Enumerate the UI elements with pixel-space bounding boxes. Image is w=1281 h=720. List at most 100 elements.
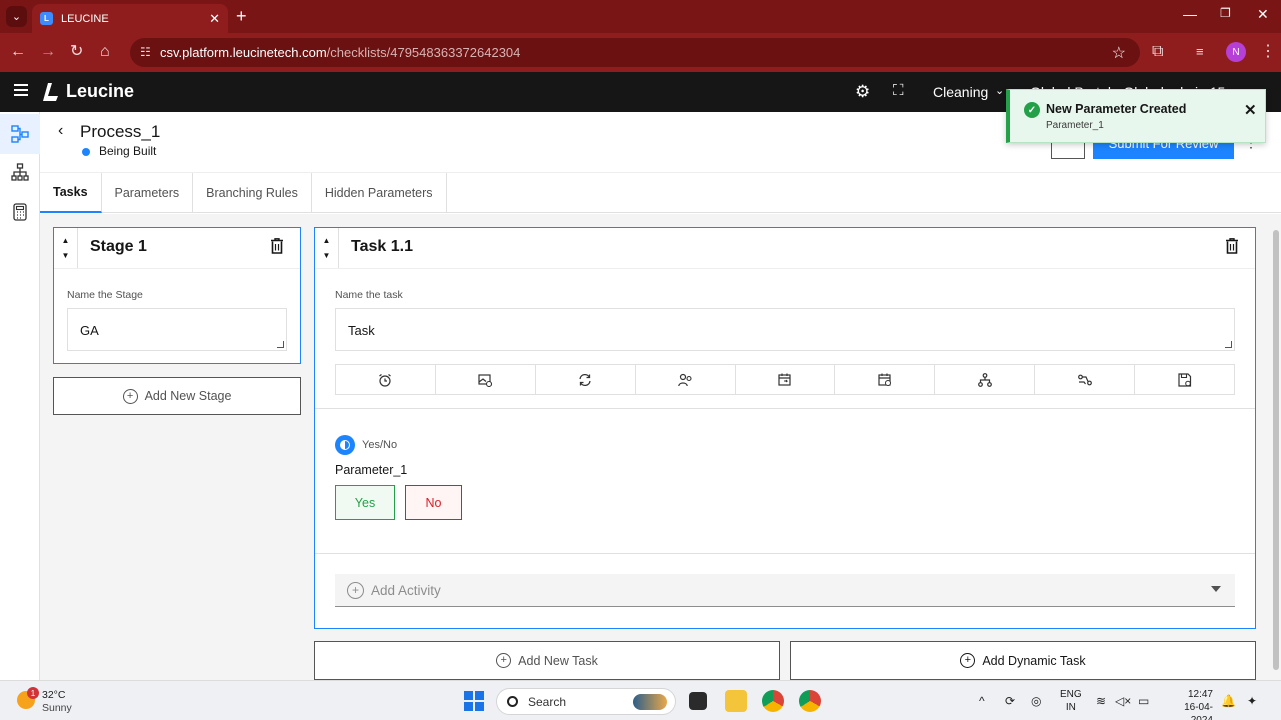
delete-task-trash-icon[interactable] <box>1226 238 1238 254</box>
task-reorder-arrows[interactable]: ▲ ▼ <box>315 228 339 268</box>
chevron-down-icon[interactable]: ⌄ <box>995 84 1004 97</box>
add-dynamic-task-button[interactable]: + Add Dynamic Task <box>790 641 1256 680</box>
sidebar-item-devices[interactable] <box>0 192 40 232</box>
automation-button[interactable] <box>1035 365 1136 394</box>
due-date-button[interactable] <box>835 365 936 394</box>
automation-icon <box>1077 374 1092 385</box>
move-down-icon[interactable]: ▼ <box>62 251 70 260</box>
tab-search-button[interactable]: ⌄ <box>6 6 27 27</box>
weather-temperature[interactable]: 32°C <box>42 689 65 701</box>
copilot-icon[interactable]: ✦ <box>1247 694 1257 708</box>
process-tabs: Tasks Parameters Branching Rules Hidden … <box>40 173 1281 213</box>
location-icon[interactable]: ◎ <box>1031 694 1041 708</box>
scrollbar-thumb[interactable] <box>1273 230 1279 670</box>
tray-overflow-icon[interactable]: ^ <box>979 694 985 708</box>
brand-name: Leucine <box>66 81 135 101</box>
caret-down-icon <box>1211 586 1221 592</box>
chrome-profile-icon[interactable] <box>799 690 821 712</box>
window-close-icon[interactable]: ✕ <box>1257 6 1269 23</box>
browser-tab-strip: ⌄ L LEUCINE ✕ + — ❐ ✕ <box>0 0 1281 33</box>
task-view-icon[interactable] <box>689 692 707 710</box>
save-template-button[interactable] <box>1135 365 1234 394</box>
settings-gear-icon[interactable]: ⚙ <box>855 82 870 102</box>
browser-menu-icon[interactable]: ⋮ <box>1260 42 1276 62</box>
add-activity-dropdown[interactable]: + Add Activity <box>335 574 1235 607</box>
facility-selector[interactable]: Cleaning <box>933 84 988 100</box>
chrome-icon[interactable] <box>762 690 784 712</box>
back-chevron-icon[interactable]: ‹ <box>58 122 63 140</box>
success-check-icon: ✓ <box>1024 102 1040 118</box>
move-down-icon[interactable]: ▼ <box>323 251 331 260</box>
restore-icon[interactable]: ❐ <box>1220 6 1231 20</box>
media-control-icon[interactable]: ≡ <box>1196 42 1204 62</box>
stage-name-field[interactable]: GA <box>67 308 287 351</box>
scan-icon[interactable]: ⛶ <box>893 82 904 99</box>
sync-icon[interactable]: ⟳ <box>1005 694 1015 708</box>
media-button[interactable] <box>436 365 536 394</box>
task-name-value: Task <box>348 323 375 338</box>
add-dynamic-task-label: Add Dynamic Task <box>982 653 1086 668</box>
tab-tasks[interactable]: Tasks <box>40 173 102 213</box>
notification-bell-icon[interactable]: 🔔 <box>1221 694 1236 708</box>
leucine-logo[interactable]: Leucine <box>42 81 134 102</box>
windows-start-icon[interactable] <box>464 691 484 711</box>
assignee-button[interactable] <box>636 365 736 394</box>
new-tab-icon[interactable]: + <box>236 6 247 26</box>
hierarchy-icon <box>11 163 29 181</box>
weather-condition[interactable]: Sunny <box>42 702 72 714</box>
tab-parameters[interactable]: Parameters <box>102 173 194 213</box>
bookmark-star-icon[interactable]: ☆ <box>1112 43 1126 63</box>
move-up-icon[interactable]: ▲ <box>323 236 331 245</box>
taskbar-search[interactable]: Search <box>496 688 676 715</box>
profile-avatar[interactable]: N <box>1226 42 1246 62</box>
leucine-favicon-icon: L <box>40 12 53 25</box>
extensions-icon[interactable]: ⧉ <box>1152 42 1163 62</box>
language-indicator[interactable]: ENG IN <box>1060 688 1082 714</box>
move-up-icon[interactable]: ▲ <box>62 236 70 245</box>
add-new-stage-label: Add New Stage <box>144 389 232 403</box>
file-explorer-icon[interactable] <box>725 690 747 712</box>
speaker-icon[interactable]: ◁× <box>1115 694 1131 708</box>
add-new-task-button[interactable]: + Add New Task <box>314 641 780 680</box>
branching-button[interactable] <box>935 365 1036 394</box>
close-tab-icon[interactable]: ✕ <box>209 11 220 27</box>
site-info-icon[interactable]: ☷ <box>140 45 154 59</box>
delete-stage-trash-icon[interactable] <box>271 238 283 254</box>
sidebar-item-hierarchy[interactable] <box>0 152 40 192</box>
address-bar[interactable]: ☷ csv.platform.leucinetech.com/checklist… <box>130 38 1140 67</box>
add-new-stage-button[interactable]: + Add New Stage <box>53 377 301 415</box>
battery-icon[interactable]: ▭ <box>1138 694 1149 708</box>
page-scrollbar[interactable] <box>1271 214 1281 680</box>
search-highlight-image <box>633 694 667 710</box>
resize-handle-icon[interactable] <box>277 341 284 348</box>
recurrence-button[interactable] <box>536 365 636 394</box>
browser-tab-active[interactable]: L LEUCINE ✕ <box>32 4 228 33</box>
minimize-icon[interactable]: — <box>1183 6 1197 22</box>
hamburger-menu-icon[interactable] <box>14 84 28 96</box>
process-flow-icon <box>11 125 29 143</box>
reload-icon[interactable]: ↻ <box>70 42 83 62</box>
stage-reorder-arrows[interactable]: ▲ ▼ <box>54 228 78 268</box>
sidebar-item-processes[interactable] <box>0 114 40 154</box>
toast-close-icon[interactable]: ✕ <box>1244 101 1257 119</box>
home-icon[interactable]: ⌂ <box>100 42 110 62</box>
wifi-icon[interactable]: ≋ <box>1096 694 1106 708</box>
tab-branching-rules[interactable]: Branching Rules <box>193 173 312 213</box>
resize-handle-icon[interactable] <box>1225 341 1232 348</box>
schedule-button[interactable] <box>736 365 836 394</box>
tab-hidden-parameters[interactable]: Hidden Parameters <box>312 173 447 213</box>
leucine-logo-icon <box>43 82 58 101</box>
forward-arrow-icon[interactable]: → <box>40 42 56 62</box>
stage-card[interactable]: ▲ ▼ Stage 1 Name the Stage GA <box>53 227 301 364</box>
system-clock[interactable]: 12:47 16-04-2024 <box>1163 688 1213 720</box>
no-option-button[interactable]: No <box>405 485 462 520</box>
back-arrow-icon[interactable]: ← <box>10 42 26 62</box>
task-card[interactable]: ▲ ▼ Task 1.1 Name the task Task Yes/No P… <box>314 227 1256 629</box>
yes-option-button[interactable]: Yes <box>335 485 395 520</box>
timer-button[interactable] <box>336 365 436 394</box>
toast-subtitle: Parameter_1 <box>1046 120 1104 131</box>
parameter-name[interactable]: Parameter_1 <box>335 463 407 477</box>
taskbar-search-placeholder: Search <box>528 694 567 709</box>
yes-no-parameter-icon <box>335 435 355 455</box>
task-name-field[interactable]: Task <box>335 308 1235 351</box>
